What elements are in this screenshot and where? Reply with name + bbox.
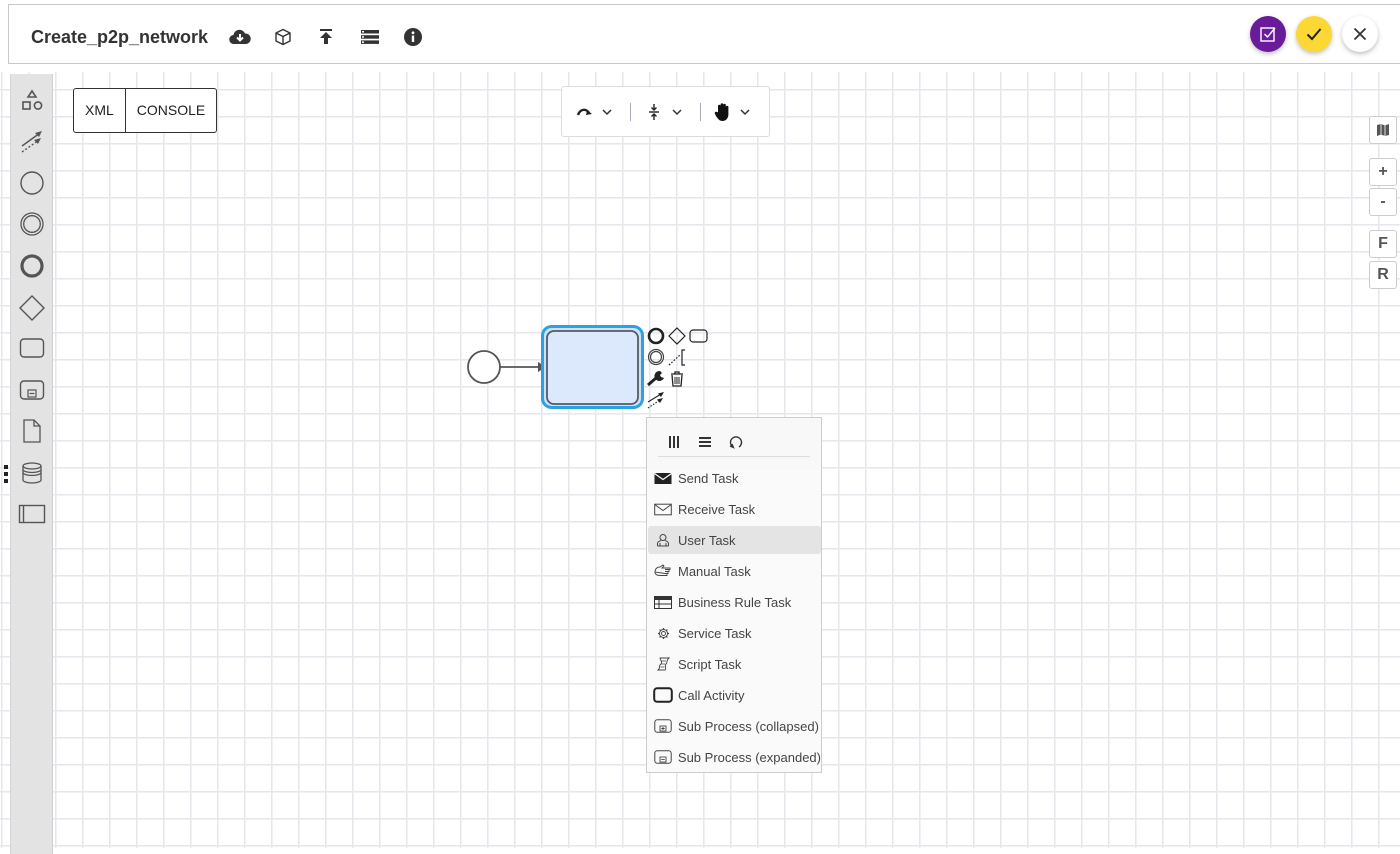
toolbar-divider xyxy=(630,103,631,121)
close-icon xyxy=(1353,27,1367,41)
subprocess-collapsed-icon xyxy=(648,719,678,733)
receive-task-icon xyxy=(648,503,678,516)
append-end-event-icon[interactable] xyxy=(646,326,666,346)
space-tool-button[interactable] xyxy=(648,101,682,123)
loop-icon[interactable] xyxy=(727,433,745,451)
sequential-multi-instance-icon[interactable] xyxy=(696,433,714,451)
process-title: Create_p2p_network xyxy=(31,27,209,47)
start-event-icon[interactable] xyxy=(17,168,47,198)
reset-view-button[interactable]: R xyxy=(1369,261,1397,289)
delete-icon[interactable] xyxy=(667,369,687,389)
user-task-icon xyxy=(648,533,678,547)
view-tabs: XML CONSOLE xyxy=(73,88,218,133)
replace-option-manual-task[interactable]: Manual Task xyxy=(648,557,821,585)
append-intermediate-event-icon[interactable] xyxy=(646,347,666,367)
list-icon[interactable] xyxy=(358,25,382,49)
cloud-download-icon[interactable] xyxy=(228,25,252,49)
replace-menu-header xyxy=(647,418,821,470)
upload-icon[interactable] xyxy=(314,25,338,49)
replace-option-subprocess-collapsed[interactable]: Sub Process (collapsed) xyxy=(648,712,821,740)
subprocess-icon[interactable] xyxy=(17,375,47,405)
entry-label: Service Task xyxy=(678,625,752,641)
append-gateway-icon[interactable] xyxy=(667,326,687,346)
data-object-icon[interactable] xyxy=(17,416,47,446)
script-task-icon xyxy=(648,657,678,671)
service-task-icon xyxy=(648,627,678,640)
replace-option-script-task[interactable]: Script Task xyxy=(648,650,821,678)
fit-view-button[interactable]: F xyxy=(1369,230,1397,258)
validate-button[interactable] xyxy=(1250,16,1286,52)
entry-label: Sub Process (collapsed) xyxy=(678,718,819,734)
chevron-down-icon xyxy=(672,108,682,115)
zoom-in-button[interactable]: + xyxy=(1369,158,1397,186)
header-bar: Create_p2p_network xyxy=(8,4,1400,64)
check-icon xyxy=(1306,28,1322,41)
replace-option-subprocess-expanded[interactable]: Sub Process (expanded) xyxy=(648,743,821,771)
selected-task[interactable] xyxy=(541,325,644,409)
entry-label: Call Activity xyxy=(678,687,745,703)
parallel-multi-instance-icon[interactable] xyxy=(665,433,683,451)
hand-tool-button[interactable] xyxy=(714,101,750,123)
zoom-out-button[interactable]: - xyxy=(1369,188,1397,216)
toolbar-divider xyxy=(700,103,701,121)
data-store-icon[interactable] xyxy=(17,458,47,488)
intermediate-event-icon[interactable] xyxy=(17,209,47,239)
shapes-icon[interactable] xyxy=(17,86,47,116)
wrench-icon[interactable] xyxy=(646,368,666,388)
tab-xml[interactable]: XML xyxy=(74,89,125,132)
close-button[interactable] xyxy=(1342,16,1378,52)
append-task-icon[interactable] xyxy=(689,326,709,346)
entry-label: Sub Process (expanded) xyxy=(677,749,821,765)
replace-option-service-task[interactable]: Service Task xyxy=(648,619,821,647)
map-icon xyxy=(1377,124,1389,136)
menu-divider xyxy=(658,456,810,457)
gateway-icon[interactable] xyxy=(17,293,47,323)
info-icon[interactable] xyxy=(401,25,425,49)
connect-icon[interactable] xyxy=(646,390,666,410)
replace-option-receive-task[interactable]: Receive Task xyxy=(648,495,821,523)
cube-icon[interactable] xyxy=(271,25,295,49)
entry-label: Business Rule Task xyxy=(678,594,792,610)
replace-option-send-task[interactable]: Send Task xyxy=(648,464,821,492)
start-event[interactable] xyxy=(467,350,501,384)
manual-task-icon xyxy=(648,564,678,578)
entry-label: Send Task xyxy=(678,470,739,486)
save-button[interactable] xyxy=(1296,16,1332,52)
connection-tool-button[interactable] xyxy=(576,101,612,123)
tab-console[interactable]: CONSOLE xyxy=(124,89,216,132)
palette xyxy=(10,74,53,854)
entry-label: User Task xyxy=(678,532,736,548)
entry-label: Receive Task xyxy=(678,501,756,517)
end-event-icon[interactable] xyxy=(17,251,47,281)
entry-label: Script Task xyxy=(678,656,742,672)
chevron-down-icon xyxy=(602,108,612,115)
chevron-down-icon xyxy=(740,108,750,115)
call-activity-icon xyxy=(648,687,678,703)
task-icon[interactable] xyxy=(17,333,47,363)
palette-drag-handle[interactable] xyxy=(3,464,9,484)
hand-tool-icon xyxy=(714,103,729,121)
replace-option-business-rule-task[interactable]: Business Rule Task xyxy=(648,588,821,616)
connection-icon xyxy=(576,108,592,116)
business-rule-task-icon xyxy=(648,595,678,609)
entry-label: Manual Task xyxy=(678,563,751,579)
text-annotation-icon[interactable] xyxy=(667,347,687,367)
checkbox-icon xyxy=(1260,27,1276,42)
send-task-icon xyxy=(648,472,678,485)
canvas-toolbar xyxy=(561,86,770,137)
pool-icon[interactable] xyxy=(17,499,47,529)
space-tool-icon xyxy=(649,104,659,120)
replace-option-user-task[interactable]: User Task xyxy=(648,526,821,554)
minimap-toggle-button[interactable] xyxy=(1369,116,1397,144)
replace-menu: Send Task Receive Task User Task Manual … xyxy=(646,417,822,773)
global-connect-icon[interactable] xyxy=(17,126,47,156)
replace-option-call-activity[interactable]: Call Activity xyxy=(648,681,821,709)
subprocess-expanded-icon xyxy=(648,750,678,764)
